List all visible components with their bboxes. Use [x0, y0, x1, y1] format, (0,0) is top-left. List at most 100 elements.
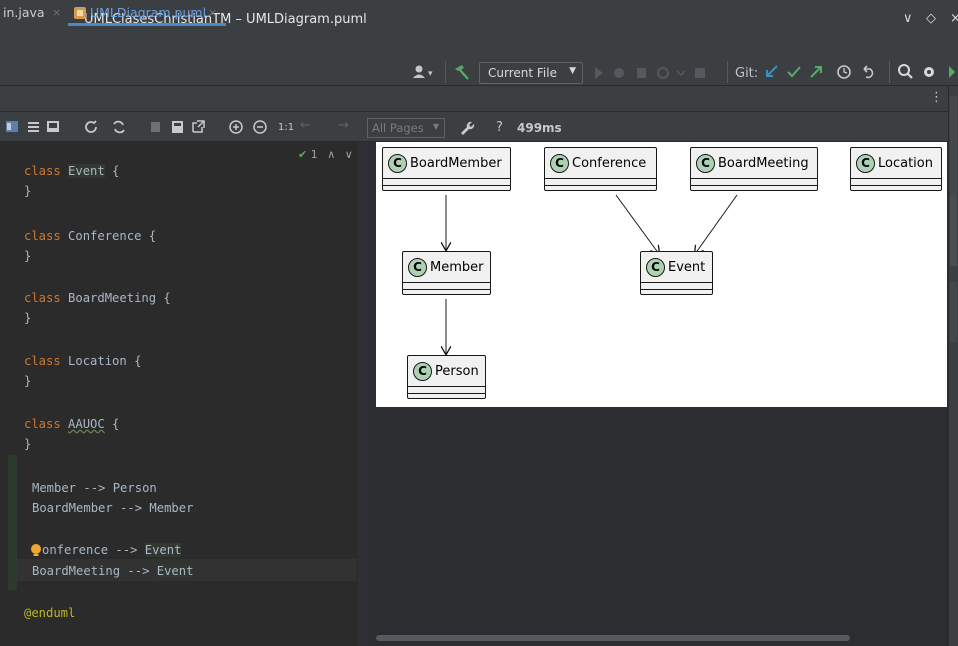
- code-line: }: [24, 374, 32, 388]
- puml-file-icon: [74, 7, 86, 19]
- tab-uml-diagram[interactable]: UMLDiagram.puml ×: [68, 0, 226, 26]
- search-icon: [898, 64, 910, 76]
- run-debug-icons: [595, 67, 705, 79]
- chevron-down-icon[interactable]: ∨: [345, 148, 353, 161]
- toolbar-separator: [889, 61, 890, 83]
- close-window-icon[interactable]: ×: [950, 11, 958, 26]
- class-badge: C: [646, 257, 665, 277]
- inspection-check-icon: ✔: [298, 148, 308, 161]
- collapse-icon[interactable]: ∨: [903, 11, 913, 26]
- code-line: BoardMeeting --> Event: [32, 564, 194, 578]
- relation-boardmeeting-event: [695, 194, 738, 254]
- right-tool-strip: [948, 86, 958, 646]
- build-hammer-icon[interactable]: [452, 62, 472, 82]
- editor-tab-bar: [0, 86, 948, 112]
- preview-horizontal-scrollbar[interactable]: [376, 635, 850, 641]
- gutter-change-marker: [8, 455, 17, 590]
- render-time: 499ms: [517, 121, 562, 135]
- code-line: }: [24, 249, 32, 263]
- code-line: class BoardMeeting {: [24, 291, 171, 305]
- code-line: class AAUOC {: [24, 417, 120, 431]
- class-name: Member: [430, 259, 484, 275]
- class-badge: C: [550, 153, 569, 173]
- git-commit-icon: [787, 66, 801, 78]
- reload-icon: [113, 120, 125, 134]
- class-badge: C: [408, 257, 427, 277]
- git-label: Git:: [735, 66, 759, 81]
- user-dropdown-icon[interactable]: ▾: [428, 66, 433, 82]
- run-config-label: Current File: [488, 66, 557, 80]
- uml-class-person[interactable]: C Person: [407, 355, 486, 399]
- code-line: onference --> Event: [42, 543, 182, 557]
- code-line: }: [24, 184, 32, 198]
- save-icon: [172, 121, 183, 133]
- wrench-icon[interactable]: [457, 119, 475, 137]
- more-run-icon: [676, 70, 686, 77]
- database-tool-button[interactable]: [950, 282, 957, 342]
- git-actions: [766, 65, 874, 79]
- close-tab-icon[interactable]: ×: [208, 1, 217, 25]
- uml-class-event[interactable]: C Event: [640, 251, 713, 295]
- class-name: Conference: [572, 155, 647, 171]
- profile-icon: [657, 67, 669, 79]
- jetbrains-icon: [949, 66, 955, 78]
- toolbar-separator: [727, 61, 728, 83]
- uml-class-conference[interactable]: C Conference: [544, 147, 657, 191]
- code-line: class Event {: [24, 164, 120, 178]
- uml-class-location[interactable]: C Location: [850, 147, 942, 191]
- stop-icon: [695, 68, 705, 78]
- code-line: }: [24, 437, 32, 451]
- run-config-select[interactable]: Current File ▼: [479, 62, 583, 84]
- editor-scrollbar[interactable]: [358, 142, 368, 646]
- uml-class-member[interactable]: C Member: [402, 251, 491, 295]
- class-badge: C: [856, 153, 875, 173]
- more-options-icon[interactable]: ⋮: [930, 90, 943, 105]
- chevron-up-icon[interactable]: ∧: [327, 148, 335, 161]
- code-line: Member --> Person: [32, 481, 157, 495]
- code-line: class Conference {: [24, 229, 157, 243]
- class-badge: C: [413, 361, 432, 381]
- uml-class-boardmember[interactable]: C BoardMember: [382, 147, 511, 191]
- zoom-reset-button[interactable]: 1:1: [278, 120, 294, 136]
- refresh-icon: [85, 120, 97, 133]
- class-name: BoardMember: [410, 155, 502, 171]
- prev-page-icon[interactable]: ←: [300, 118, 311, 134]
- coverage-icon: [637, 68, 646, 78]
- lightbulb-icon[interactable]: [30, 543, 42, 559]
- tab-main-java[interactable]: in.java ×: [0, 0, 68, 26]
- copy-icon: [151, 122, 160, 132]
- toolbar-separator: [445, 61, 446, 83]
- class-name: Location: [878, 155, 933, 171]
- debug-icon: [614, 68, 624, 78]
- rollback-icon: [863, 65, 874, 79]
- class-name: Event: [668, 259, 706, 275]
- split-icon: [28, 122, 39, 124]
- close-tab-icon[interactable]: ×: [52, 1, 61, 25]
- chevron-down-icon: ▼: [569, 66, 576, 76]
- code-line: }: [24, 311, 32, 325]
- pages-select-label: All Pages: [372, 121, 424, 135]
- help-button[interactable]: ?: [496, 120, 503, 136]
- code-line: @enduml: [24, 606, 76, 620]
- class-badge: C: [696, 153, 715, 173]
- class-badge: C: [388, 153, 407, 173]
- search-settings: [898, 64, 955, 79]
- git-push-icon: [810, 66, 822, 78]
- tab-label: UMLDiagram.puml: [90, 5, 207, 20]
- zoom-in-icon[interactable]: [228, 118, 246, 136]
- code-line: BoardMember --> Member: [32, 501, 194, 515]
- run-icon: [595, 67, 603, 79]
- restore-icon[interactable]: ◇: [926, 11, 936, 26]
- open-external-icon: [192, 120, 205, 133]
- inspection-widget[interactable]: ✔ 1 ∧ ∨: [298, 148, 353, 161]
- next-page-icon[interactable]: →: [338, 118, 349, 134]
- pages-select[interactable]: All Pages ▼: [367, 118, 445, 138]
- plantuml-tool-button[interactable]: [950, 196, 957, 266]
- uml-class-boardmeeting[interactable]: C BoardMeeting: [690, 147, 818, 191]
- relation-conference-event: [615, 194, 659, 254]
- tab-label: in.java: [3, 5, 45, 20]
- inspection-count: 1: [310, 148, 318, 161]
- zoom-out-icon[interactable]: [252, 118, 270, 136]
- code-line: class Location {: [24, 354, 142, 368]
- class-name: BoardMeeting: [718, 155, 809, 171]
